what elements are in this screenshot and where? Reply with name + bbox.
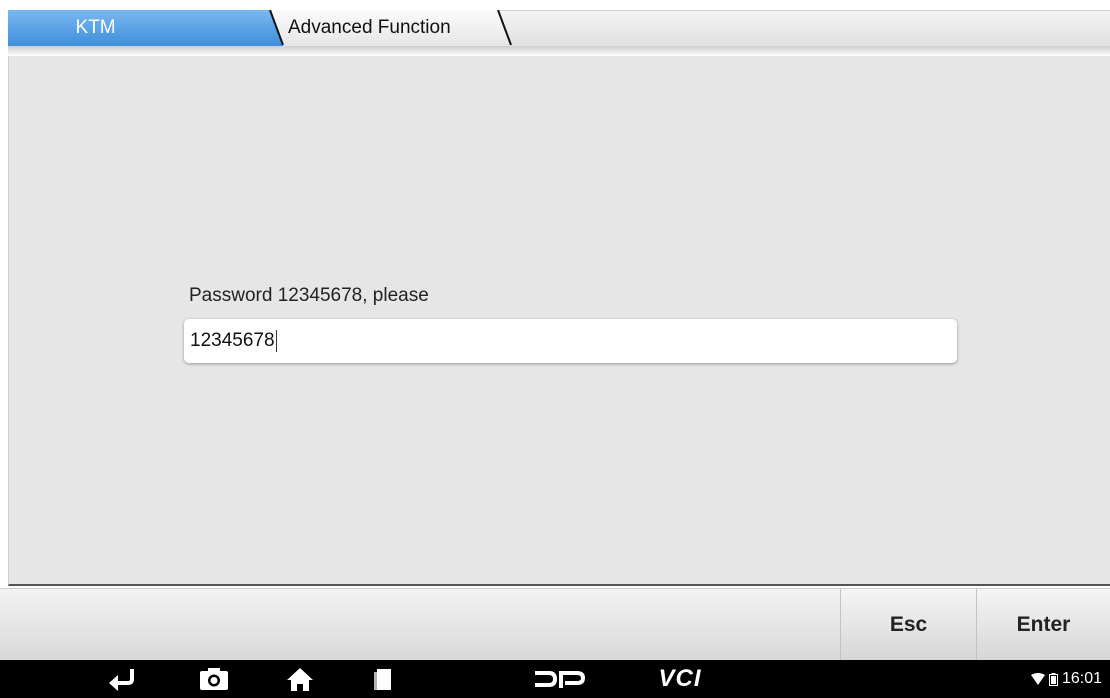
dp-icon[interactable] [531, 664, 587, 694]
breadcrumb-bar: Advanced Function KTM [0, 0, 1110, 56]
tab-ktm-label: KTM [75, 17, 116, 38]
action-bar: Esc Enter [0, 588, 1110, 661]
esc-button-label: Esc [889, 613, 928, 636]
vci-icon[interactable]: VCI [650, 664, 710, 694]
tab-separator-icon [497, 10, 512, 46]
back-icon[interactable] [102, 664, 142, 694]
status-time: 16:01 [1061, 670, 1102, 687]
password-input-value: 12345678 [190, 330, 275, 351]
dialog-panel: Password 12345678, please 12345678 [8, 56, 1110, 586]
screenshot-icon[interactable] [194, 664, 234, 694]
breadcrumb-shadow [8, 46, 1110, 56]
enter-button-label: Enter [1016, 613, 1071, 636]
enter-button[interactable]: Enter [976, 589, 1110, 661]
recent-apps-icon[interactable] [364, 664, 404, 694]
password-input[interactable]: 12345678 [184, 319, 957, 363]
battery-icon [1048, 672, 1058, 686]
system-nav-bar: VCI 16:01 [0, 660, 1110, 698]
esc-button[interactable]: Esc [840, 589, 976, 661]
wifi-icon [1030, 673, 1045, 685]
home-icon[interactable] [280, 664, 320, 694]
tab-separator-icon [269, 10, 284, 46]
vci-label: VCI [658, 665, 702, 692]
tab-advanced-function[interactable]: Advanced Function [262, 10, 512, 46]
tab-advanced-function-label: Advanced Function [288, 17, 451, 38]
password-prompt: Password 12345678, please [189, 285, 429, 306]
text-caret [275, 330, 277, 352]
status-area: 16:01 [1030, 660, 1102, 698]
tab-ktm[interactable]: KTM [8, 10, 283, 46]
